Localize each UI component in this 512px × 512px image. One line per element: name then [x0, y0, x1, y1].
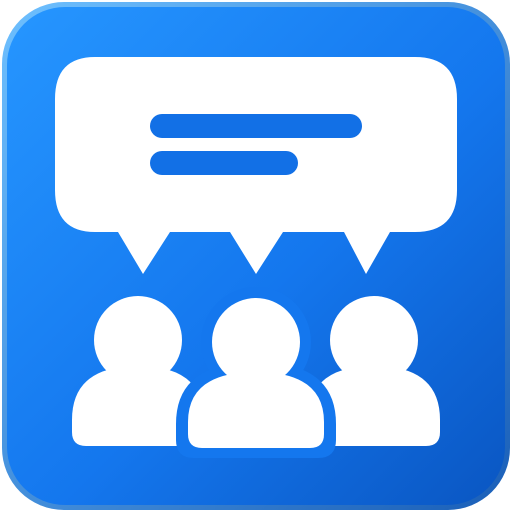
app-icon[interactable] — [0, 0, 512, 512]
people-group-icon — [72, 287, 440, 458]
message-line-2 — [150, 151, 298, 175]
group-chat-icon — [2, 2, 510, 510]
message-line-1 — [150, 114, 362, 138]
